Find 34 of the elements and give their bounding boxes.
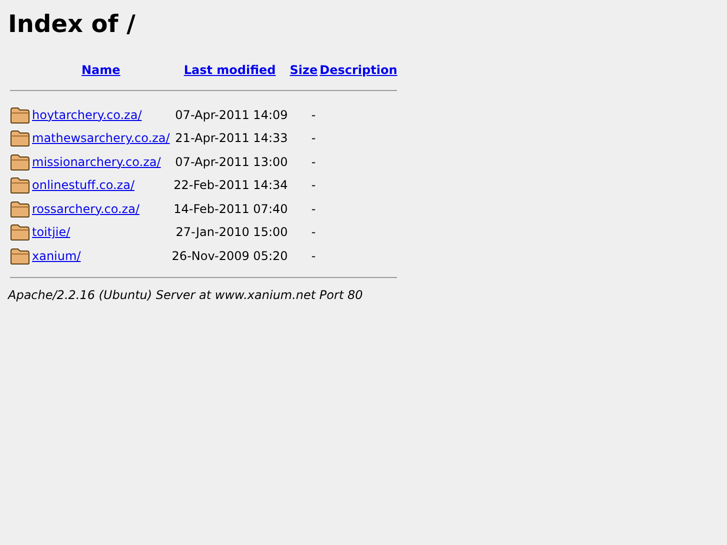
size-cell: - — [311, 248, 316, 263]
column-header-link[interactable]: Name — [82, 63, 120, 77]
modified-date: 14-Feb-2011 07:40 — [174, 202, 288, 216]
folder-link[interactable]: onlinestuff.co.za/ — [32, 178, 134, 192]
folder-icon — [10, 246, 30, 265]
page-title: Index of / — [8, 9, 136, 39]
size-cell: - — [311, 131, 316, 146]
modified-date: 27-Jan-2010 15:00 — [176, 225, 288, 240]
modified-date: 21-Apr-2011 14:33 — [175, 131, 288, 146]
modified-date: 07-Apr-2011 14:09 — [175, 108, 288, 122]
folder-icon — [10, 106, 30, 124]
modified-date: 26-Nov-2009 05:20 — [172, 248, 288, 263]
folder-icon — [10, 129, 30, 148]
folder-icon — [10, 200, 30, 218]
folder-link[interactable]: xanium/ — [32, 248, 81, 263]
folder-icon — [10, 152, 30, 171]
column-header-link[interactable]: Last modified — [184, 63, 276, 77]
size-cell: - — [311, 154, 316, 169]
folder-icon — [10, 223, 30, 242]
folder-link[interactable]: rossarchery.co.za/ — [32, 202, 140, 216]
column-header-link[interactable]: Size — [290, 63, 318, 77]
folder-link[interactable]: mathewsarchery.co.za/ — [32, 131, 170, 146]
server-signature: Apache/2.2.16 (Ubuntu) Server at www.xanium.net Port 80 — [8, 286, 364, 302]
folder-icon — [10, 176, 30, 194]
folder-link[interactable]: toitjie/ — [32, 225, 70, 240]
modified-date: 22-Feb-2011 14:34 — [174, 178, 288, 192]
folder-link[interactable]: missionarchery.co.za/ — [32, 154, 161, 169]
size-cell: - — [311, 202, 316, 216]
folder-link[interactable]: hoytarchery.co.za/ — [32, 108, 142, 122]
size-cell: - — [311, 178, 316, 192]
size-cell: - — [311, 108, 316, 122]
column-header-link[interactable]: Description — [320, 63, 398, 77]
size-cell: - — [311, 225, 316, 240]
modified-date: 07-Apr-2011 13:00 — [175, 154, 288, 169]
